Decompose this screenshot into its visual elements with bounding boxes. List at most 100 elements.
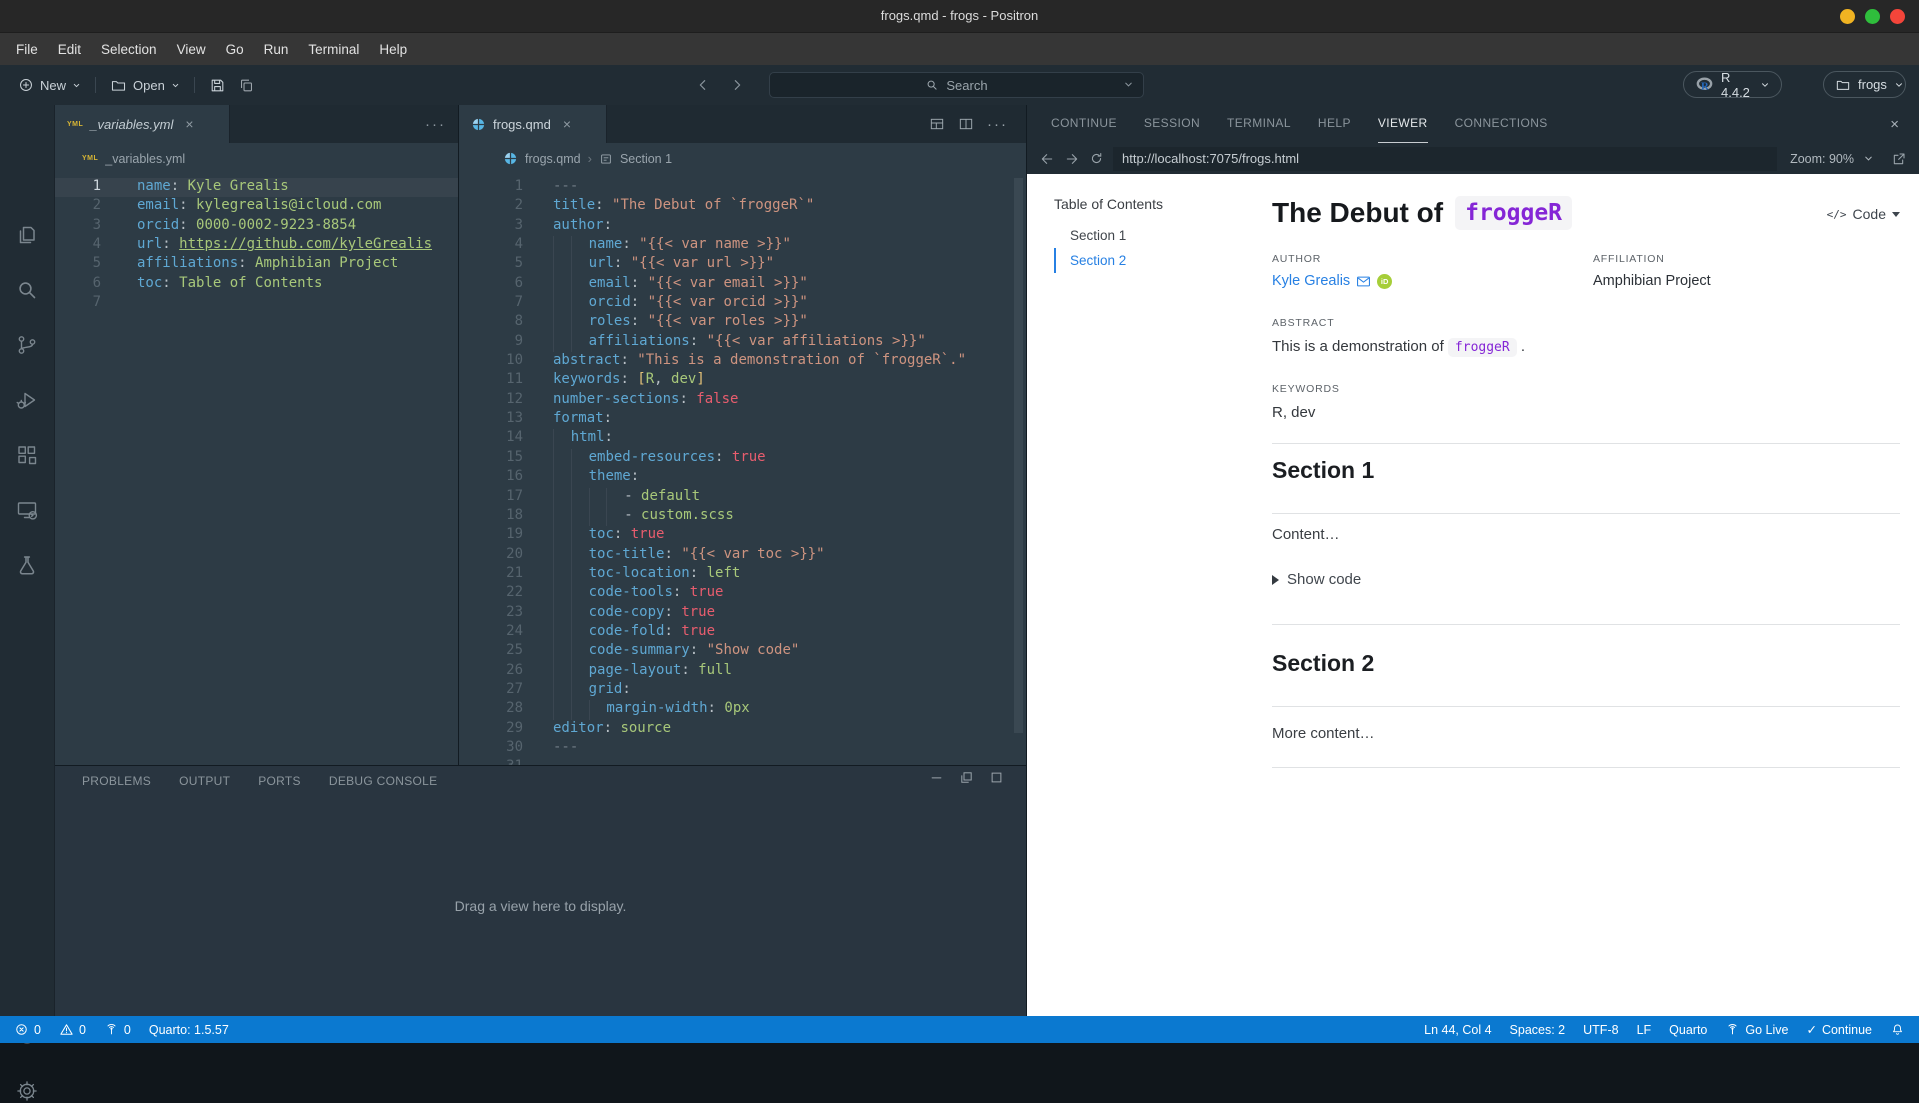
reload-icon[interactable]	[1089, 151, 1104, 166]
navigate-back-icon[interactable]	[695, 77, 711, 93]
code-line[interactable]: 24 code-fold: true	[459, 622, 1026, 643]
code-line[interactable]: 12 number-sections: false	[459, 391, 1026, 410]
tab-connections[interactable]: CONNECTIONS	[1455, 105, 1548, 143]
viewer-zoom-select[interactable]: Zoom: 90%	[1790, 152, 1854, 166]
breadcrumb[interactable]: frogs.qmd › Section 1	[459, 143, 1026, 174]
forward-icon[interactable]	[1064, 151, 1080, 167]
code-line[interactable]: 4 name: "{{< var name >}}"	[459, 236, 1026, 256]
chevron-down-icon[interactable]	[1123, 79, 1134, 90]
status-ports[interactable]: 0	[104, 1022, 131, 1037]
code-line[interactable]: 11 keywords: [R, dev]	[459, 371, 1026, 390]
code-line[interactable]: 30 ---	[459, 739, 1026, 758]
show-code-toggle[interactable]: Show code	[1272, 571, 1361, 588]
activity-testing-icon[interactable]	[15, 553, 39, 577]
code-line[interactable]: 6 toc: Table of Contents	[55, 275, 458, 294]
code-line[interactable]: 5 affiliations: Amphibian Project	[55, 255, 458, 274]
activity-explorer-icon[interactable]	[15, 223, 39, 247]
minimize-button[interactable]	[1840, 9, 1855, 24]
code-line[interactable]: 9 affiliations: "{{< var affiliations >}}…	[459, 332, 1026, 353]
code-line[interactable]: 8 roles: "{{< var roles >}}"	[459, 313, 1026, 333]
code-line[interactable]: 1 ---	[459, 178, 1026, 197]
editor-content-variables[interactable]: 1 name: Kyle Grealis 2 email: kylegrealis@i…	[55, 174, 458, 765]
minimize-panel-icon[interactable]	[929, 770, 944, 785]
status-quarto-1-5-57[interactable]: Quarto: 1.5.57	[149, 1023, 229, 1037]
status-lf[interactable]: LF	[1637, 1023, 1652, 1037]
tab-continue[interactable]: CONTINUE	[1051, 105, 1117, 143]
menu-terminal[interactable]: Terminal	[298, 33, 369, 66]
activity-search-icon[interactable]	[15, 278, 39, 302]
code-line[interactable]: 7 orcid: "{{< var orcid >}}"	[459, 294, 1026, 314]
code-line[interactable]: 13 format:	[459, 410, 1026, 429]
menu-run[interactable]: Run	[254, 33, 299, 66]
code-line[interactable]: 4 url: https://github.com/kyleGrealis	[55, 236, 458, 255]
panel-tab-problems[interactable]: PROBLEMS	[82, 774, 151, 788]
tab-terminal[interactable]: TERMINAL	[1227, 105, 1291, 143]
activity-run-and-debug-icon[interactable]	[15, 388, 39, 412]
status-warning[interactable]: 0	[59, 1022, 86, 1037]
back-icon[interactable]	[1039, 151, 1055, 167]
orcid-icon[interactable]: iD	[1377, 273, 1393, 289]
table-layout-icon[interactable]	[929, 116, 945, 132]
code-line[interactable]: 5 url: "{{< var url >}}"	[459, 255, 1026, 275]
close-tab-icon[interactable]: ×	[185, 116, 193, 132]
tab-viewer[interactable]: VIEWER	[1377, 105, 1428, 143]
code-line[interactable]: 31	[459, 758, 1026, 765]
maximize-button[interactable]	[1865, 9, 1880, 24]
search-input[interactable]: Search	[769, 72, 1144, 98]
code-line[interactable]: 15 embed-resources: true	[459, 448, 1026, 469]
email-icon[interactable]	[1356, 274, 1371, 289]
code-line[interactable]: 10 abstract: "This is a demonstration of …	[459, 352, 1026, 371]
menu-file[interactable]: File	[6, 33, 48, 66]
panel-tab-ports[interactable]: PORTS	[258, 774, 301, 788]
code-line[interactable]: 16 theme:	[459, 468, 1026, 488]
code-line[interactable]: 3 orcid: 0000-0002-9223-8854	[55, 217, 458, 236]
panel-tab-debug-console[interactable]: DEBUG CONSOLE	[329, 774, 438, 788]
maximize-panel-icon[interactable]	[989, 770, 1004, 785]
panel-tab-output[interactable]: OUTPUT	[179, 774, 230, 788]
code-line[interactable]: 27 grid:	[459, 680, 1026, 701]
code-line[interactable]: 2 title: "The Debut of `froggeR`"	[459, 197, 1026, 216]
code-line[interactable]: 18- custom.scss	[459, 506, 1026, 527]
code-line[interactable]: 7	[55, 294, 458, 313]
editor-actions-more-button[interactable]: ···	[987, 116, 1008, 133]
code-line[interactable]: 25 code-summary: "Show code"	[459, 642, 1026, 662]
activity-source-control-icon[interactable]	[15, 333, 39, 357]
status-utf-8[interactable]: UTF-8	[1583, 1023, 1618, 1037]
code-line[interactable]: 6 email: "{{< var email >}}"	[459, 274, 1026, 295]
status-ln-44-col-4[interactable]: Ln 44, Col 4	[1424, 1023, 1491, 1037]
tab-variables-yml[interactable]: YML _variables.yml ×	[55, 105, 230, 143]
close-tab-icon[interactable]: ×	[563, 116, 571, 132]
open-external-icon[interactable]	[1891, 151, 1907, 167]
tab-frogs-qmd[interactable]: frogs.qmd ×	[459, 105, 607, 143]
toc-item-section-1[interactable]: Section 1	[1054, 223, 1249, 248]
activity-settings-gear-icon[interactable]	[15, 1079, 39, 1103]
code-line[interactable]: 22 code-tools: true	[459, 584, 1026, 604]
breadcrumb[interactable]: YML _variables.yml	[55, 143, 458, 174]
new-button[interactable]: New	[12, 77, 87, 93]
code-line[interactable]: 14 html:	[459, 429, 1026, 449]
project-selector[interactable]: frogs	[1823, 71, 1906, 98]
restore-panel-icon[interactable]	[959, 770, 974, 785]
status-error[interactable]: 0	[14, 1022, 41, 1037]
menu-view[interactable]: View	[167, 33, 216, 66]
menu-edit[interactable]: Edit	[48, 33, 91, 66]
tab-session[interactable]: SESSION	[1144, 105, 1200, 143]
status-quarto[interactable]: Quarto	[1669, 1023, 1707, 1037]
r-interpreter-selector[interactable]: R R 4.4.2	[1683, 70, 1782, 100]
status-broadcast[interactable]: Go Live	[1725, 1022, 1788, 1037]
code-line[interactable]: 26 page-layout: full	[459, 661, 1026, 681]
code-line[interactable]: 29 editor: source	[459, 720, 1026, 739]
close-button[interactable]	[1890, 9, 1905, 24]
save-button[interactable]	[203, 77, 232, 94]
viewer-url-input[interactable]	[1113, 146, 1778, 171]
tab-help[interactable]: HELP	[1318, 105, 1351, 143]
chevron-down-icon[interactable]	[1863, 153, 1874, 164]
status-spaces-2[interactable]: Spaces: 2	[1510, 1023, 1566, 1037]
code-line[interactable]: 1 name: Kyle Grealis	[55, 178, 458, 198]
code-tools-button[interactable]: </> Code	[1827, 206, 1900, 222]
split-editor-icon[interactable]	[958, 116, 974, 132]
code-line[interactable]: 2 email: kylegrealis@icloud.com	[55, 197, 458, 216]
author-link[interactable]: Kyle Grealis	[1272, 273, 1350, 289]
menu-selection[interactable]: Selection	[91, 33, 167, 66]
code-line[interactable]: 28 margin-width: 0px	[459, 700, 1026, 720]
